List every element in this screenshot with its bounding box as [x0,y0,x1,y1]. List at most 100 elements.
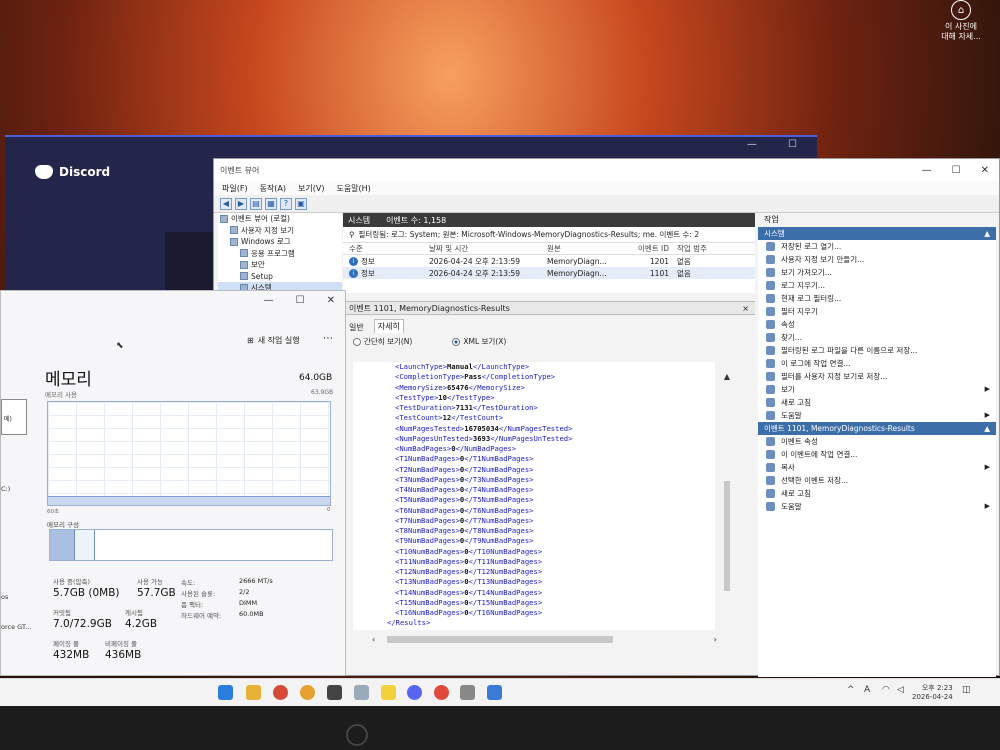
tab-general[interactable]: 일반 [349,322,364,333]
maximize-button[interactable]: ☐ [296,295,305,306]
properties-icon[interactable]: ▦ [265,197,277,210]
clock[interactable]: 오후 2:23 2026-04-24 [912,684,953,702]
action-item[interactable]: 새로 고침 [758,396,996,409]
category-cell: 없음 [677,256,691,266]
column-header[interactable]: 작업 범주 [673,243,733,254]
action-item[interactable]: 사용자 지정 보기 만들기... [758,253,996,266]
scroll-thumb[interactable] [724,481,730,591]
tree-item[interactable]: Setup [218,271,342,283]
column-header[interactable]: 날짜 및 시간 [429,243,547,254]
column-header[interactable]: 이벤트 ID [633,243,673,254]
action-item[interactable]: 새로 고침 [758,487,996,500]
browser-icon[interactable] [273,685,288,700]
tree-item[interactable]: 사용자 지정 보기 [218,225,342,237]
xml-horizontal-scrollbar[interactable]: ‹ › [372,634,717,644]
ime-indicator[interactable]: A [864,685,870,695]
column-header[interactable]: 수준 [343,243,429,254]
start-icon[interactable] [218,685,233,700]
action-item[interactable]: 필터를 사용자 지정 보기로 저장... [758,370,996,383]
tree-item[interactable]: 이벤트 뷰어 (로컬) [218,213,342,225]
close-button[interactable]: ✕ [981,165,989,176]
kakaotalk-icon[interactable] [381,685,396,700]
more-options-icon[interactable]: ⋯ [323,333,333,344]
close-button[interactable]: ✕ [327,295,335,306]
xml-view[interactable]: <LaunchType>Manual</LaunchType> <Completi… [353,362,715,630]
menu-item[interactable]: 동작(A) [260,183,286,194]
scroll-right-icon[interactable]: › [714,635,717,644]
xml-vertical-scrollbar[interactable]: ▲ [722,372,732,626]
folder-icon[interactable]: ▤ [250,197,262,210]
actions-section-event[interactable]: 이벤트 1101, MemoryDiagnostics-Results ▲ [758,422,996,435]
chrome-icon[interactable] [300,685,315,700]
action-item[interactable]: 이 이벤트에 작업 연결... [758,448,996,461]
log-name: 시스템 [348,215,371,225]
help-icon[interactable]: ? [280,197,292,210]
minimize-button[interactable]: — [264,295,274,306]
left-sidebar-item[interactable]: 메) [1,399,27,435]
photo-info-button[interactable]: ⌂ 이 사진에 대해 자세... [930,0,992,42]
app-icon[interactable] [354,685,369,700]
app-icon[interactable] [327,685,342,700]
tray-chevron-icon[interactable]: ^ [847,685,855,695]
level-cell: i 정보 [343,256,429,267]
level-text: 정보 [361,268,375,278]
file-explorer-icon[interactable] [246,685,261,700]
action-item[interactable]: 도움말 ▶ [758,500,996,513]
xml-line: <NumBadPages>0</NumBadPages> [395,444,517,453]
event-viewer-taskbar-icon[interactable] [487,685,502,700]
action-item[interactable]: 보기 가져오기... [758,266,996,279]
tab-details[interactable]: 자세히 [373,319,404,333]
discord-taskbar-icon[interactable] [407,685,422,700]
wifi-icon[interactable]: ◠ [882,685,890,695]
task-manager-taskbar-icon[interactable] [460,685,475,700]
action-item[interactable]: 찾기... [758,331,996,344]
volume-icon[interactable]: ◁ [897,685,904,695]
table-row[interactable]: i 정보 2026-04-24 오후 2:13:59 MemoryDiagn... 12… [343,255,755,267]
xml-value: 0 [459,485,465,494]
maximize-button[interactable]: ☐ [952,165,961,176]
tree-item[interactable]: 보안 [218,259,342,271]
action-item[interactable]: 현재 로그 필터링... [758,292,996,305]
memory-stat-label: 캐시됨 [125,609,143,617]
run-new-task-button[interactable]: ⊞ 새 작업 실행 [247,335,300,346]
action-item[interactable]: 이벤트 속성 [758,435,996,448]
action-item[interactable]: 필터링된 로그 파일을 다른 이름으로 저장... [758,344,996,357]
action-item[interactable]: 로그 지우기... [758,279,996,292]
action-item[interactable]: 복사 ▶ [758,461,996,474]
tree-item[interactable]: Windows 로그 [218,236,342,248]
actions-section-log[interactable]: 시스템 ▲ [758,227,996,240]
minimize-button[interactable]: — [922,165,932,176]
action-item[interactable]: 선택한 이벤트 저장... [758,474,996,487]
action-item[interactable]: 저장된 로그 열기... [758,240,996,253]
memory-stat-value: 436MB [105,649,142,661]
scroll-thumb[interactable] [387,635,614,643]
scroll-up-icon[interactable]: ▲ [722,372,732,381]
menu-item[interactable]: 도움말(H) [336,183,370,194]
action-item[interactable]: 속성 [758,318,996,331]
column-header[interactable]: 원본 [547,243,633,254]
friendly-view-radio[interactable]: 간단히 보기(N) [353,336,412,347]
action-item[interactable]: 도움말 ▶ [758,409,996,422]
xml-view-radio[interactable]: XML 보기(X) [452,336,506,347]
table-row[interactable]: i 정보 2026-04-24 오후 2:13:59 MemoryDiagn... 11… [343,267,755,279]
tree-item[interactable]: 응용 프로그램 [218,248,342,260]
menu-item[interactable]: 보기(V) [298,183,324,194]
memory-stat-label: 페이징 풀 [53,640,79,648]
action-item[interactable]: 보기 ▶ [758,383,996,396]
forward-icon[interactable]: ▶ [235,197,247,210]
close-detail-button[interactable]: × [742,304,755,313]
notification-icon[interactable]: ◫ [962,685,971,695]
back-icon[interactable]: ◀ [220,197,232,210]
action-item[interactable]: 이 로그에 작업 연결... [758,357,996,370]
action-label: 현재 로그 필터링... [781,294,842,303]
action-label: 복사 [781,463,795,472]
action-item[interactable]: 필터 지우기 [758,305,996,318]
console-icon[interactable]: ▣ [295,197,307,210]
chrome-icon[interactable] [434,685,449,700]
scroll-left-icon[interactable]: ‹ [372,635,375,644]
action-icon [766,411,775,420]
menu-item[interactable]: 파일(F) [222,183,248,194]
photo-caption-line2: 대해 자세... [941,32,981,41]
discord-window-controls[interactable]: — ☐ [747,139,811,150]
task-manager-window[interactable]: — ☐ ✕ ⊞ 새 작업 실행 ⋯ ⬉ 메) C:) os orce GT... 메모… [0,290,346,676]
